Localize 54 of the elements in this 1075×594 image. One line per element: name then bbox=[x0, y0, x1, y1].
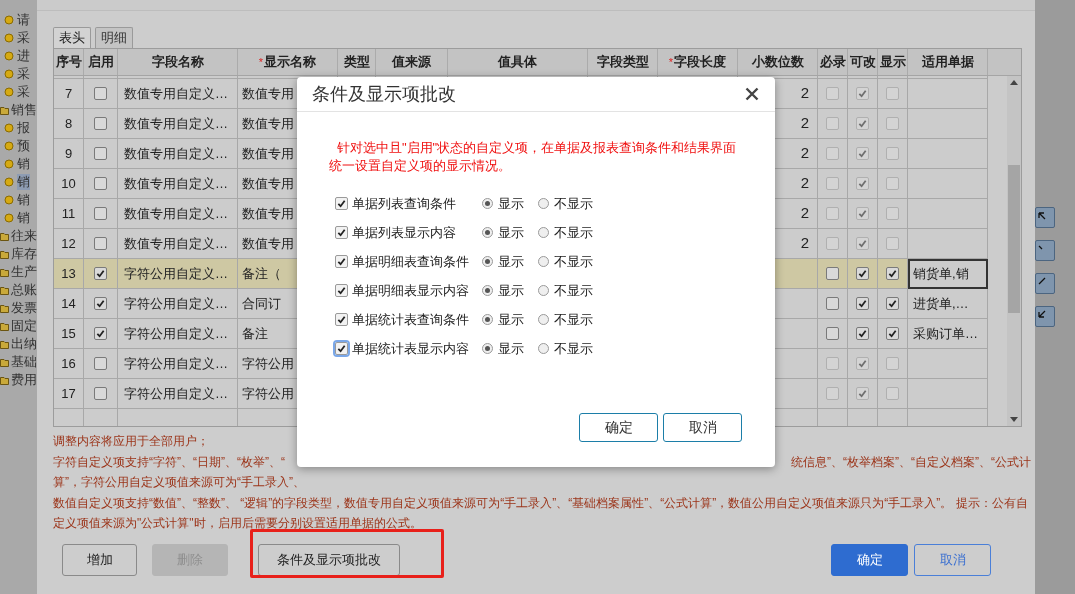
table-cell: 数值专用自定义… bbox=[118, 79, 238, 109]
option-label: 单据明细表显示内容 bbox=[352, 281, 469, 300]
option-label: 单据统计表查询条件 bbox=[352, 310, 469, 329]
column-header: 类型 bbox=[338, 49, 376, 75]
column-header: 字段名称 bbox=[118, 49, 238, 75]
table-cell: 8 bbox=[54, 109, 84, 139]
option-label: 单据列表显示内容 bbox=[352, 223, 456, 242]
table-cell: 字符公用自定义… bbox=[118, 349, 238, 379]
table-cell: 14 bbox=[54, 289, 84, 319]
option-label: 单据列表查询条件 bbox=[352, 194, 456, 213]
table-cell: 数值专用自定义… bbox=[118, 199, 238, 229]
column-header: 必录 bbox=[818, 49, 848, 75]
table-cell: 字符公用自定义… bbox=[118, 319, 238, 349]
table-cell: 10 bbox=[54, 169, 84, 199]
column-header: 序号 bbox=[54, 49, 84, 75]
note-text: 算”，字符公用自定义项值来源可为“手工录入”、 bbox=[53, 474, 305, 491]
column-header: *显示名称 bbox=[238, 49, 338, 75]
column-header: *字段长度 bbox=[658, 49, 738, 75]
table-cell: 9 bbox=[54, 139, 84, 169]
column-header: 启用 bbox=[84, 49, 118, 75]
column-header: 可改 bbox=[848, 49, 878, 75]
column-header: 值具体 bbox=[448, 49, 588, 75]
column-header: 显示 bbox=[878, 49, 908, 75]
note-text: 调整内容将应用于全部用户； bbox=[53, 433, 209, 450]
table-cell: 字符公用自定义… bbox=[118, 259, 238, 289]
table-cell-text: 2 bbox=[800, 173, 809, 194]
table-cell-text: 2 bbox=[800, 113, 809, 134]
table-cell: 字符公用自定义… bbox=[118, 289, 238, 319]
option-label: 单据统计表显示内容 bbox=[352, 339, 469, 358]
table-cell-text: 2 bbox=[800, 233, 809, 254]
column-header: 字段类型 bbox=[588, 49, 658, 75]
table-cell: 7 bbox=[54, 79, 84, 109]
table-cell: 数值专用自定义… bbox=[118, 109, 238, 139]
table-cell: 16 bbox=[54, 349, 84, 379]
table-cell: 15 bbox=[54, 319, 84, 349]
note-text: 字符自定义项支持“字符”、“日期”、“枚举”、“ bbox=[53, 453, 285, 471]
table-cell: 11 bbox=[54, 199, 84, 229]
table-cell: 进货单,… bbox=[908, 289, 988, 319]
note-text: 统信息”、“枚举档案”、“自定义档案”、“公式计 bbox=[791, 453, 1031, 471]
table-cell: 数值专用自定义… bbox=[118, 169, 238, 199]
column-header: 值来源 bbox=[376, 49, 448, 75]
table-cell: 17 bbox=[54, 379, 84, 409]
note-text: 定义项值来源为"公式计算"时，启用后需要分别设置适用单据的公式。 bbox=[53, 515, 422, 532]
column-header: 小数位数 bbox=[738, 49, 818, 75]
note-text: 数值自定义项支持“数值”、“整数”、 “逻辑”的字段类型，数值专用自定义项值来源可为“手工录入”、“基础档案属性”、“公式计算”，数值公用自定义项值来源只为“手工录入”。 提示：公有自 bbox=[53, 494, 1028, 512]
table-cell-text: 2 bbox=[800, 203, 809, 224]
option-label: 单据明细表查询条件 bbox=[352, 252, 469, 271]
table-cell: 数值专用自定义… bbox=[118, 139, 238, 169]
table-cell: 采购订单… bbox=[908, 319, 988, 349]
table-cell-text: 2 bbox=[800, 83, 809, 104]
column-header: 适用单据 bbox=[908, 49, 988, 75]
table-cell: 字符公用自定义… bbox=[118, 379, 238, 409]
table-cell: 13 bbox=[54, 259, 84, 289]
table-cell-text: 2 bbox=[800, 143, 809, 164]
